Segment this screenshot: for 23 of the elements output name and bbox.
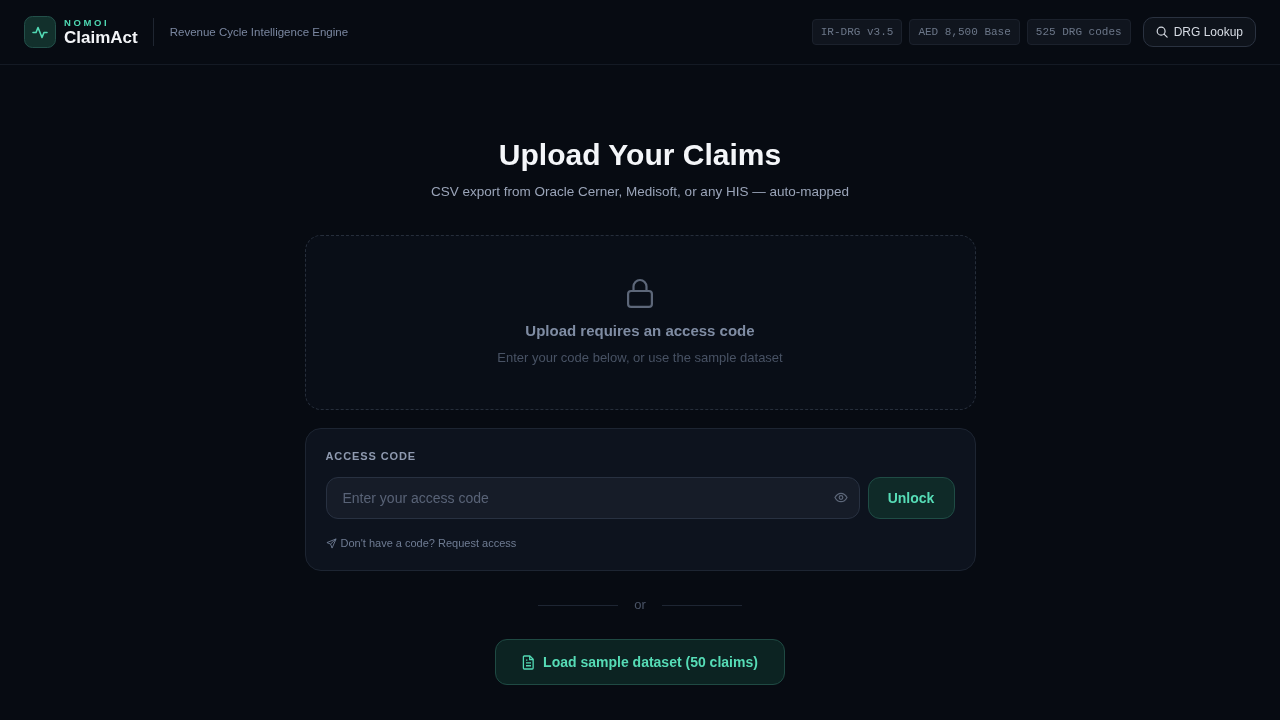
pulse-logo-icon (24, 16, 56, 48)
load-sample-button[interactable]: Load sample dataset (50 claims) (495, 639, 785, 685)
unlock-button[interactable]: Unlock (867, 477, 955, 519)
document-icon (522, 654, 536, 670)
eye-icon[interactable] (833, 492, 848, 503)
dropzone-heading: Upload requires an access code (525, 321, 755, 341)
lock-icon (626, 278, 654, 308)
brand-overline: NOMOI (64, 16, 110, 28)
or-divider-text: or (634, 596, 646, 614)
access-code-input[interactable]: Enter your access code (325, 477, 860, 519)
drg-lookup-button[interactable]: DRG Lookup (1142, 17, 1256, 47)
brand-name: ClaimAct (64, 27, 138, 48)
search-icon (1155, 26, 1168, 38)
page-title: Upload Your Claims (498, 137, 782, 173)
paper-plane-icon (325, 537, 337, 549)
info-badge: 525 DRG codes (1026, 19, 1131, 45)
tagline: Revenue Cycle Intelligence Engine (169, 26, 349, 38)
request-access-link[interactable]: Don't have a code? Request access (325, 536, 517, 550)
page-subtitle: CSV export from Oracle Cerner, Medisoft, or any HIS — auto-mapped (431, 183, 849, 201)
info-badge: AED 8,500 Base (909, 19, 1020, 45)
info-badge: IR-DRG v3.5 (811, 19, 903, 45)
field-label: ACCESS CODE (325, 449, 417, 463)
dropzone-hint: Enter your code below, or use the sample dataset (497, 349, 783, 367)
